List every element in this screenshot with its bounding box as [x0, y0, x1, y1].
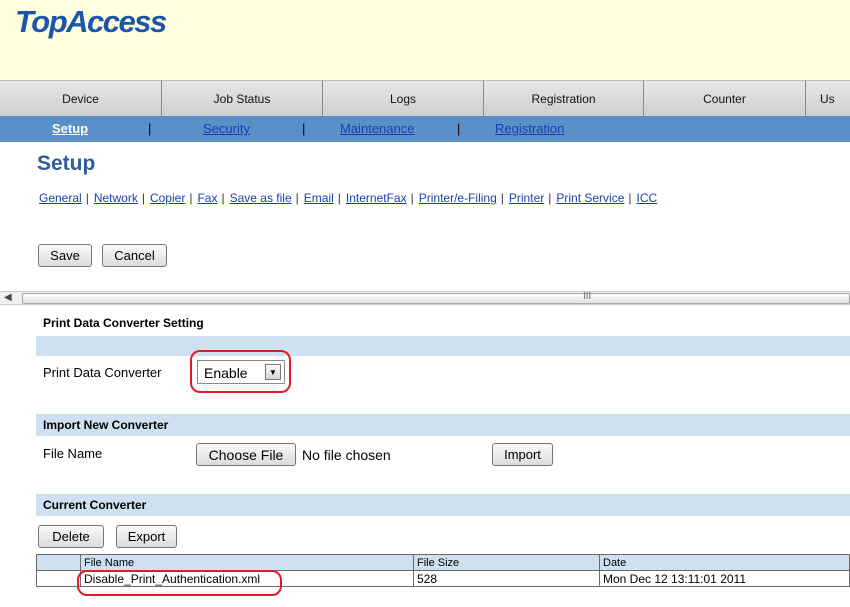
horizontal-scrollbar[interactable]: ◀ III — [0, 291, 850, 305]
subnav-setup[interactable]: Setup — [52, 121, 88, 136]
link-copier[interactable]: Copier — [150, 191, 185, 205]
save-button[interactable]: Save — [38, 244, 92, 267]
current-section-title: Current Converter — [43, 498, 147, 512]
top-header: TopAccess — [0, 0, 850, 80]
delete-button[interactable]: Delete — [38, 525, 104, 548]
import-button[interactable]: Import — [492, 443, 553, 466]
link-email[interactable]: Email — [304, 191, 334, 205]
row-select-cell[interactable] — [36, 570, 81, 587]
subnav-separator: | — [302, 121, 306, 136]
cancel-button[interactable]: Cancel — [102, 244, 167, 267]
topaccess-logo: TopAccess — [15, 4, 167, 39]
tab-user-management[interactable]: Us — [806, 80, 850, 116]
choose-file-button[interactable]: Choose File — [196, 443, 296, 466]
setup-category-links: General | Network | Copier | Fax | Save as file |… — [39, 191, 657, 205]
column-header-file-size: File Size — [413, 554, 600, 571]
link-separator: | — [295, 191, 299, 205]
main-tab-bar: Device Job Status Logs Registration Coun… — [0, 80, 850, 116]
chevron-down-icon[interactable]: ▼ — [265, 364, 281, 380]
link-separator: | — [628, 191, 632, 205]
file-name-label: File Name — [43, 446, 103, 461]
subnav-registration[interactable]: Registration — [495, 121, 564, 136]
subnav-separator: | — [148, 121, 152, 136]
scrollbar-thumb[interactable]: III — [22, 291, 850, 304]
link-printer[interactable]: Printer — [509, 191, 544, 205]
link-separator: | — [548, 191, 552, 205]
sub-navigation: Setup | Security | Maintenance | Registr… — [0, 116, 850, 142]
link-separator: | — [410, 191, 414, 205]
link-fax[interactable]: Fax — [197, 191, 217, 205]
highlight-oval — [77, 570, 282, 596]
link-separator: | — [85, 191, 89, 205]
current-section-band — [36, 494, 850, 516]
link-separator: | — [141, 191, 145, 205]
link-separator: | — [189, 191, 193, 205]
date-cell: Mon Dec 12 13:11:01 2011 — [599, 570, 850, 587]
export-button[interactable]: Export — [116, 525, 177, 548]
link-save-as-file[interactable]: Save as file — [230, 191, 292, 205]
column-header-file-name: File Name — [80, 554, 414, 571]
tab-device[interactable]: Device — [0, 80, 162, 116]
link-separator: | — [337, 191, 341, 205]
table-header-row: File Name File Size Date — [36, 554, 850, 571]
tab-logs[interactable]: Logs — [323, 80, 484, 116]
pdc-select[interactable]: Enable ▼ — [197, 360, 285, 384]
column-header-date: Date — [599, 554, 850, 571]
link-separator: | — [221, 191, 225, 205]
tab-job-status[interactable]: Job Status — [162, 80, 323, 116]
link-icc[interactable]: ICC — [637, 191, 658, 205]
link-separator: | — [500, 191, 504, 205]
pdc-select-value: Enable — [204, 365, 248, 381]
link-internetfax[interactable]: InternetFax — [346, 191, 407, 205]
scroll-left-arrow-icon[interactable]: ◀ — [4, 292, 12, 303]
pdc-section-band — [36, 336, 850, 356]
pdc-label: Print Data Converter — [43, 365, 162, 380]
link-network[interactable]: Network — [94, 191, 138, 205]
link-general[interactable]: General — [39, 191, 82, 205]
subnav-separator: | — [457, 121, 461, 136]
subnav-security[interactable]: Security — [203, 121, 250, 136]
scrollbar-grip-icon: III — [583, 291, 592, 302]
link-printer-efiling[interactable]: Printer/e-Filing — [419, 191, 497, 205]
tab-registration[interactable]: Registration — [484, 80, 644, 116]
column-header-select — [36, 554, 81, 571]
subnav-maintenance[interactable]: Maintenance — [340, 121, 414, 136]
import-section-title: Import New Converter — [43, 418, 169, 432]
link-print-service[interactable]: Print Service — [556, 191, 624, 205]
page-title: Setup — [37, 152, 96, 175]
pdc-section-title: Print Data Converter Setting — [43, 316, 204, 330]
tab-counter[interactable]: Counter — [644, 80, 806, 116]
file-size-cell: 528 — [413, 570, 600, 587]
no-file-chosen-text: No file chosen — [302, 447, 391, 463]
